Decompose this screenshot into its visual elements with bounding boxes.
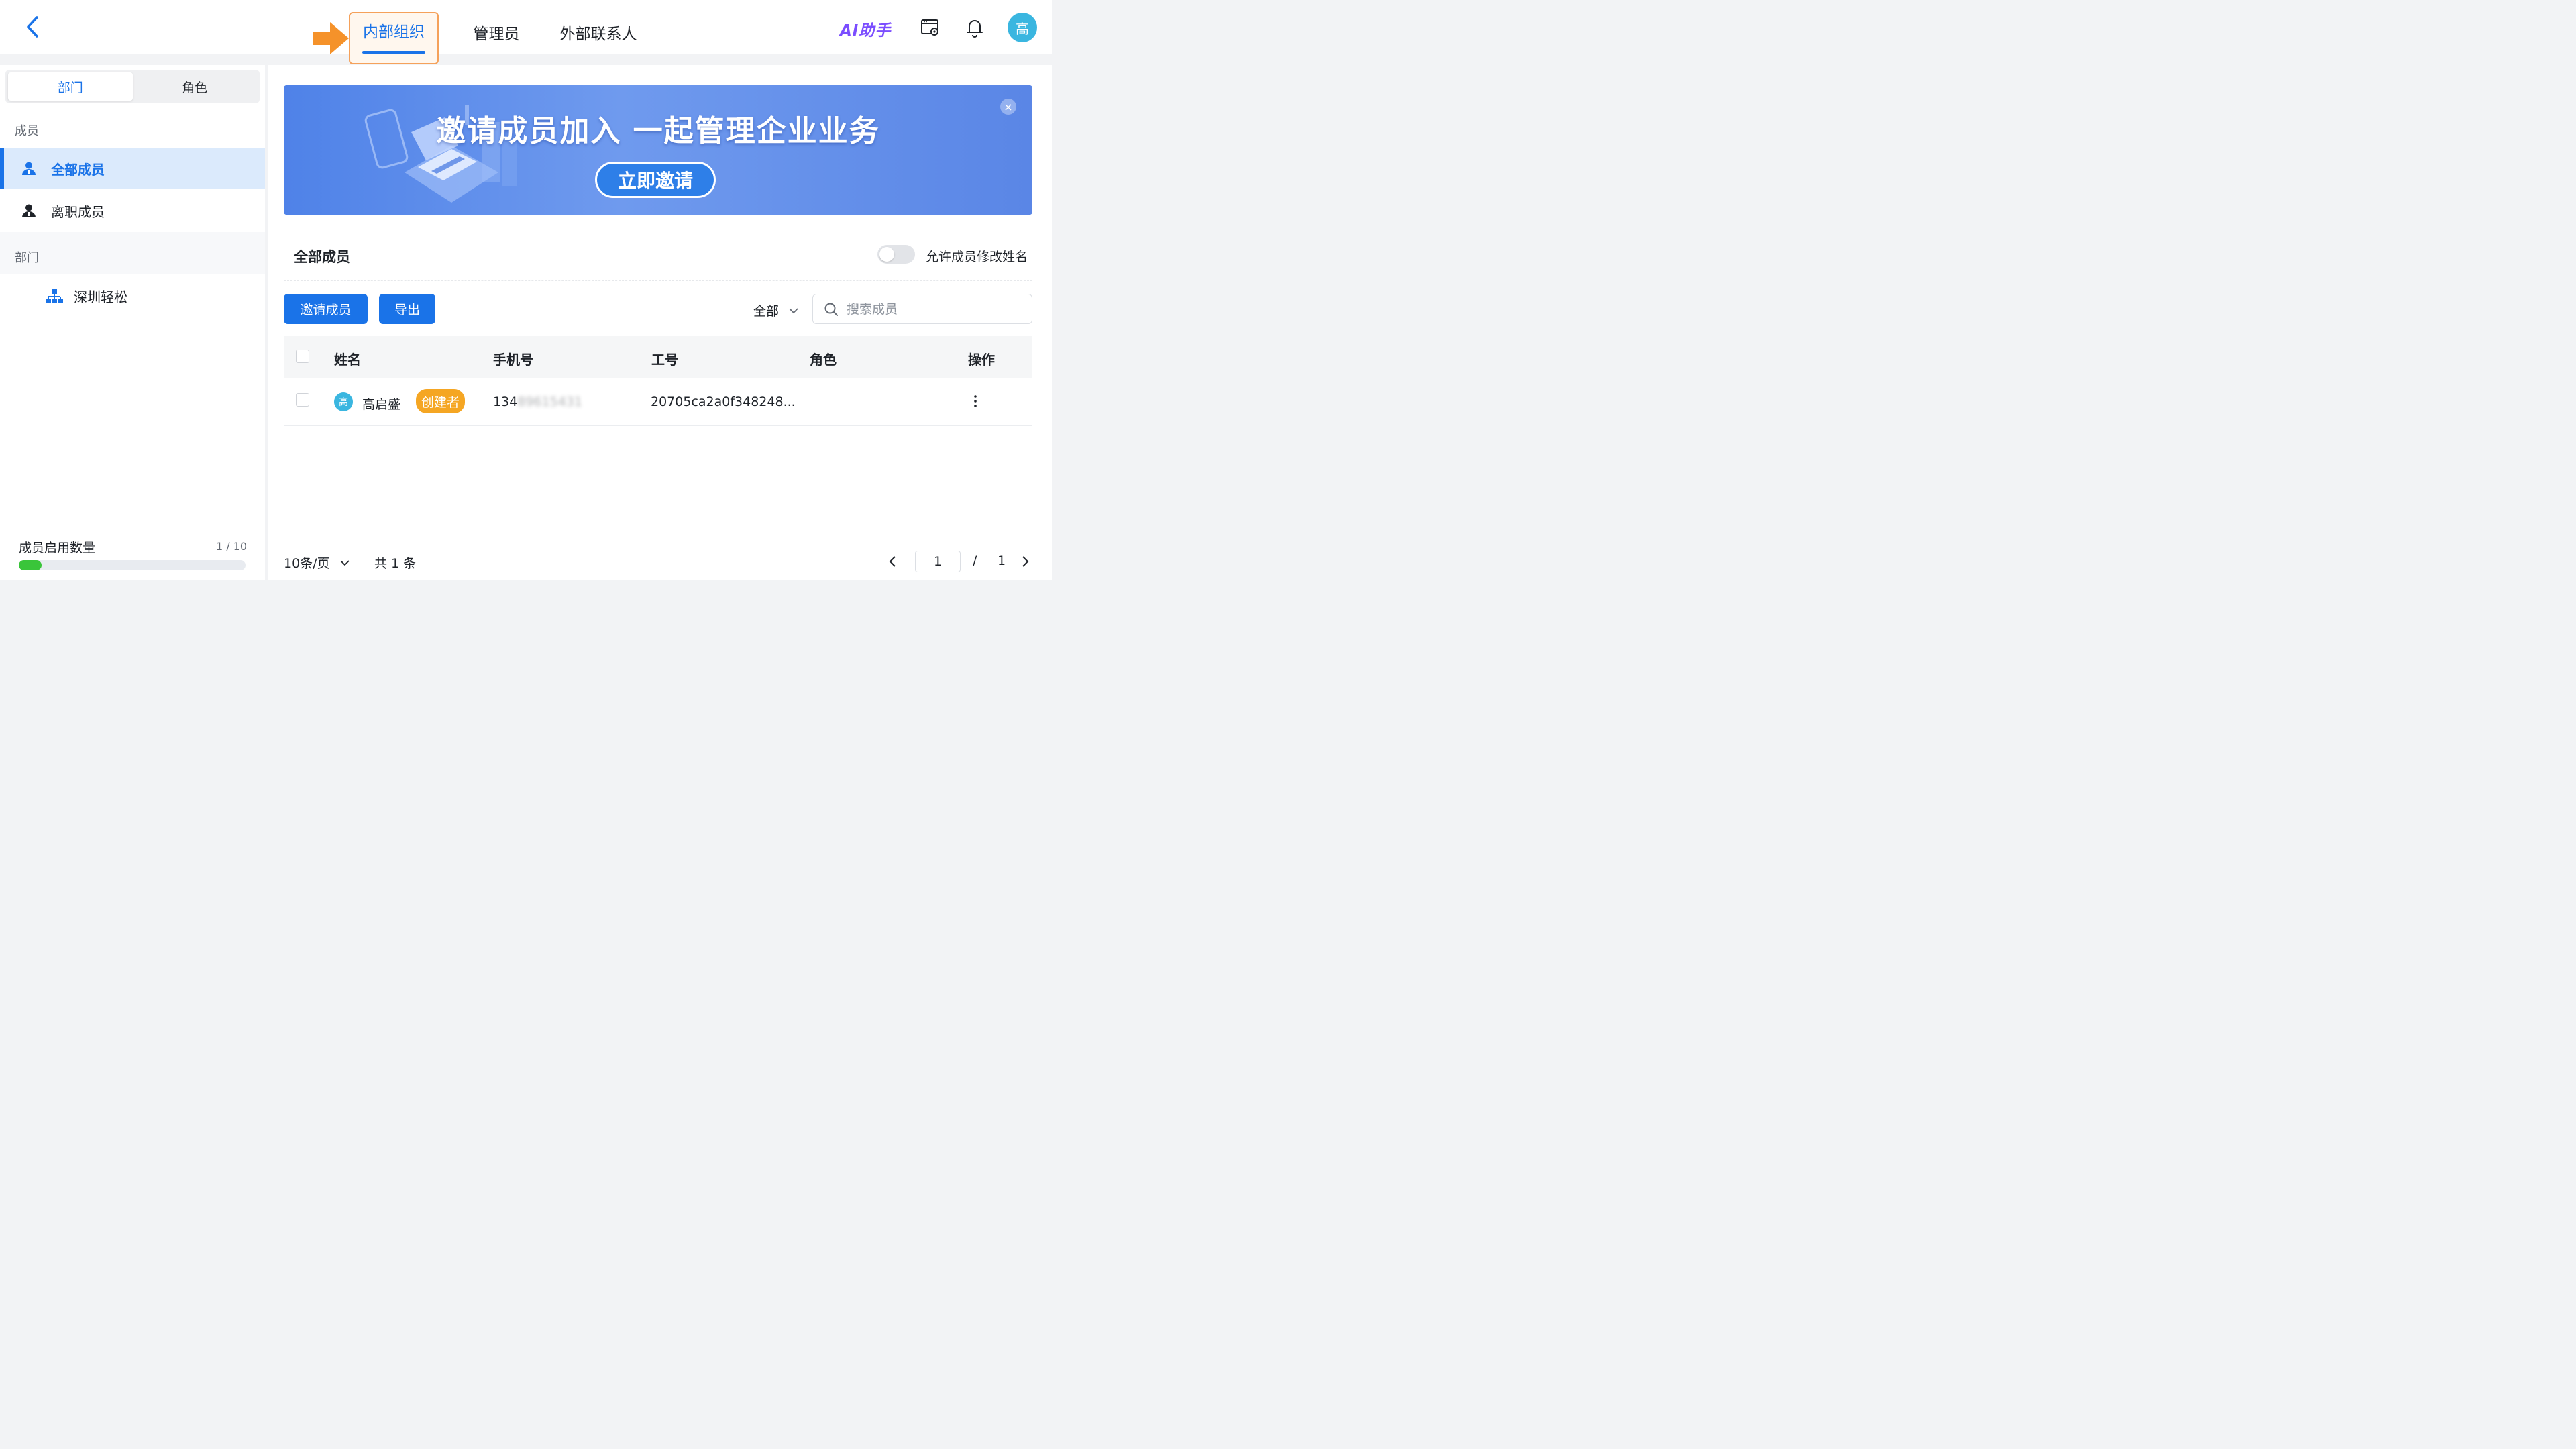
back-button[interactable]: [20, 15, 44, 39]
segment-departments[interactable]: 部门: [8, 72, 133, 101]
tab-external-contacts[interactable]: 外部联系人: [551, 12, 645, 52]
tab-internal-org-label: 内部组织: [363, 23, 425, 41]
members-section-label: 成员: [15, 124, 39, 138]
banner-title: 邀请成员加入 一起管理企业业务: [436, 114, 880, 148]
ai-assistant-button[interactable]: AI助手: [840, 17, 891, 40]
member-quota-bar: [19, 560, 246, 570]
phone-masked: 89615431: [517, 394, 582, 409]
chevron-down-icon: [339, 559, 350, 566]
console-settings-icon: [921, 19, 938, 36]
member-quota-label: 成员启用数量: [19, 541, 96, 555]
user-icon: [22, 204, 36, 217]
sidebar-item-label: 全部成员: [51, 161, 105, 178]
user-avatar[interactable]: 高: [1008, 13, 1037, 42]
sidebar: 部门 角色 成员 全部成员 离职成员 部门 深圳轻松 成员启用数量 1 / 10: [0, 65, 265, 580]
phone-visible: 134: [493, 394, 518, 409]
main-panel: 邀请成员加入 一起管理企业业务 立即邀请 × 全部成员 允许成员修改姓名 邀请成…: [268, 65, 1052, 580]
total-pages: 1: [998, 553, 1006, 568]
total-count: 共 1 条: [374, 556, 417, 571]
next-page-icon[interactable]: [1018, 553, 1032, 570]
sidebar-item-resigned-members[interactable]: 离职成员: [0, 190, 265, 231]
prev-page-icon[interactable]: [885, 553, 900, 570]
dept-section-label: 部门: [15, 251, 39, 265]
column-header-employee-id: 工号: [651, 352, 678, 368]
member-avatar: 高: [334, 392, 353, 411]
chevron-down-icon: [789, 307, 798, 313]
allow-rename-toggle[interactable]: [877, 245, 915, 264]
orange-arrow-annotation: [313, 22, 349, 54]
bell-icon: [967, 20, 983, 38]
back-arrow-icon: [27, 16, 38, 38]
sidebar-item-label: 离职成员: [51, 203, 105, 220]
member-quota-value: 1 / 10: [216, 540, 248, 553]
creator-badge: 创建者: [416, 389, 466, 413]
member-phone: 13489615431: [493, 394, 582, 409]
column-header-phone: 手机号: [493, 352, 533, 368]
search-box[interactable]: [812, 294, 1032, 324]
dept-section-header: 部门: [0, 232, 265, 274]
invite-member-button[interactable]: 邀请成员: [284, 294, 368, 324]
sidebar-segmented-control: 部门 角色: [5, 70, 260, 103]
tab-external-contacts-label: 外部联系人: [559, 25, 637, 43]
search-icon: [824, 303, 838, 316]
segment-roles[interactable]: 角色: [133, 72, 258, 101]
tab-internal-org[interactable]: 内部组织: [349, 12, 439, 64]
active-tab-underline: [362, 51, 425, 54]
page-size-select[interactable]: 10条/页: [284, 553, 350, 572]
select-all-checkbox[interactable]: [296, 350, 309, 363]
page-size-label: 10条/页: [284, 556, 330, 571]
section-divider: [284, 280, 1032, 281]
close-icon: ×: [1004, 100, 1013, 113]
member-quota-fill: [19, 560, 42, 570]
table-header: 姓名 手机号 工号 角色 操作: [284, 336, 1032, 378]
more-actions-icon[interactable]: [971, 392, 980, 410]
invite-now-button[interactable]: 立即邀请: [595, 162, 716, 198]
member-name: 高启盛: [362, 397, 401, 412]
member-employee-id: 20705ca2a0f348248...: [651, 394, 796, 409]
console-settings-button[interactable]: [919, 16, 942, 39]
tab-admins[interactable]: 管理员: [464, 12, 529, 52]
search-input[interactable]: [847, 301, 1014, 317]
column-header-actions: 操作: [968, 352, 995, 368]
user-icon: [22, 162, 36, 175]
status-filter-dropdown[interactable]: 全部: [753, 301, 799, 319]
section-title: 全部成员: [294, 249, 350, 265]
org-tree-icon: [46, 288, 63, 303]
tab-admins-label: 管理员: [473, 25, 520, 43]
allow-rename-label: 允许成员修改姓名: [926, 250, 1028, 264]
export-button[interactable]: 导出: [379, 294, 435, 324]
dept-item-label: 深圳轻松: [74, 289, 127, 305]
notification-button[interactable]: [963, 16, 986, 39]
dept-item-shenzhen[interactable]: 深圳轻松: [46, 286, 127, 306]
column-header-name: 姓名: [334, 352, 361, 368]
top-bar: 内部组织 管理员 外部联系人 AI助手 高: [0, 0, 1052, 64]
top-tabs: 内部组织 管理员 外部联系人: [349, 12, 645, 64]
row-checkbox[interactable]: [296, 393, 309, 407]
sidebar-item-all-members[interactable]: 全部成员: [0, 148, 265, 189]
banner-close-button[interactable]: ×: [1000, 99, 1016, 115]
page-number-input[interactable]: [915, 551, 961, 572]
table-row[interactable]: 高 高启盛 创建者 13489615431 20705ca2a0f348248.…: [284, 378, 1032, 426]
invite-banner[interactable]: 邀请成员加入 一起管理企业业务 立即邀请 ×: [284, 85, 1032, 215]
filter-label: 全部: [753, 304, 780, 319]
page-separator: /: [973, 553, 977, 568]
column-header-role: 角色: [810, 352, 837, 368]
